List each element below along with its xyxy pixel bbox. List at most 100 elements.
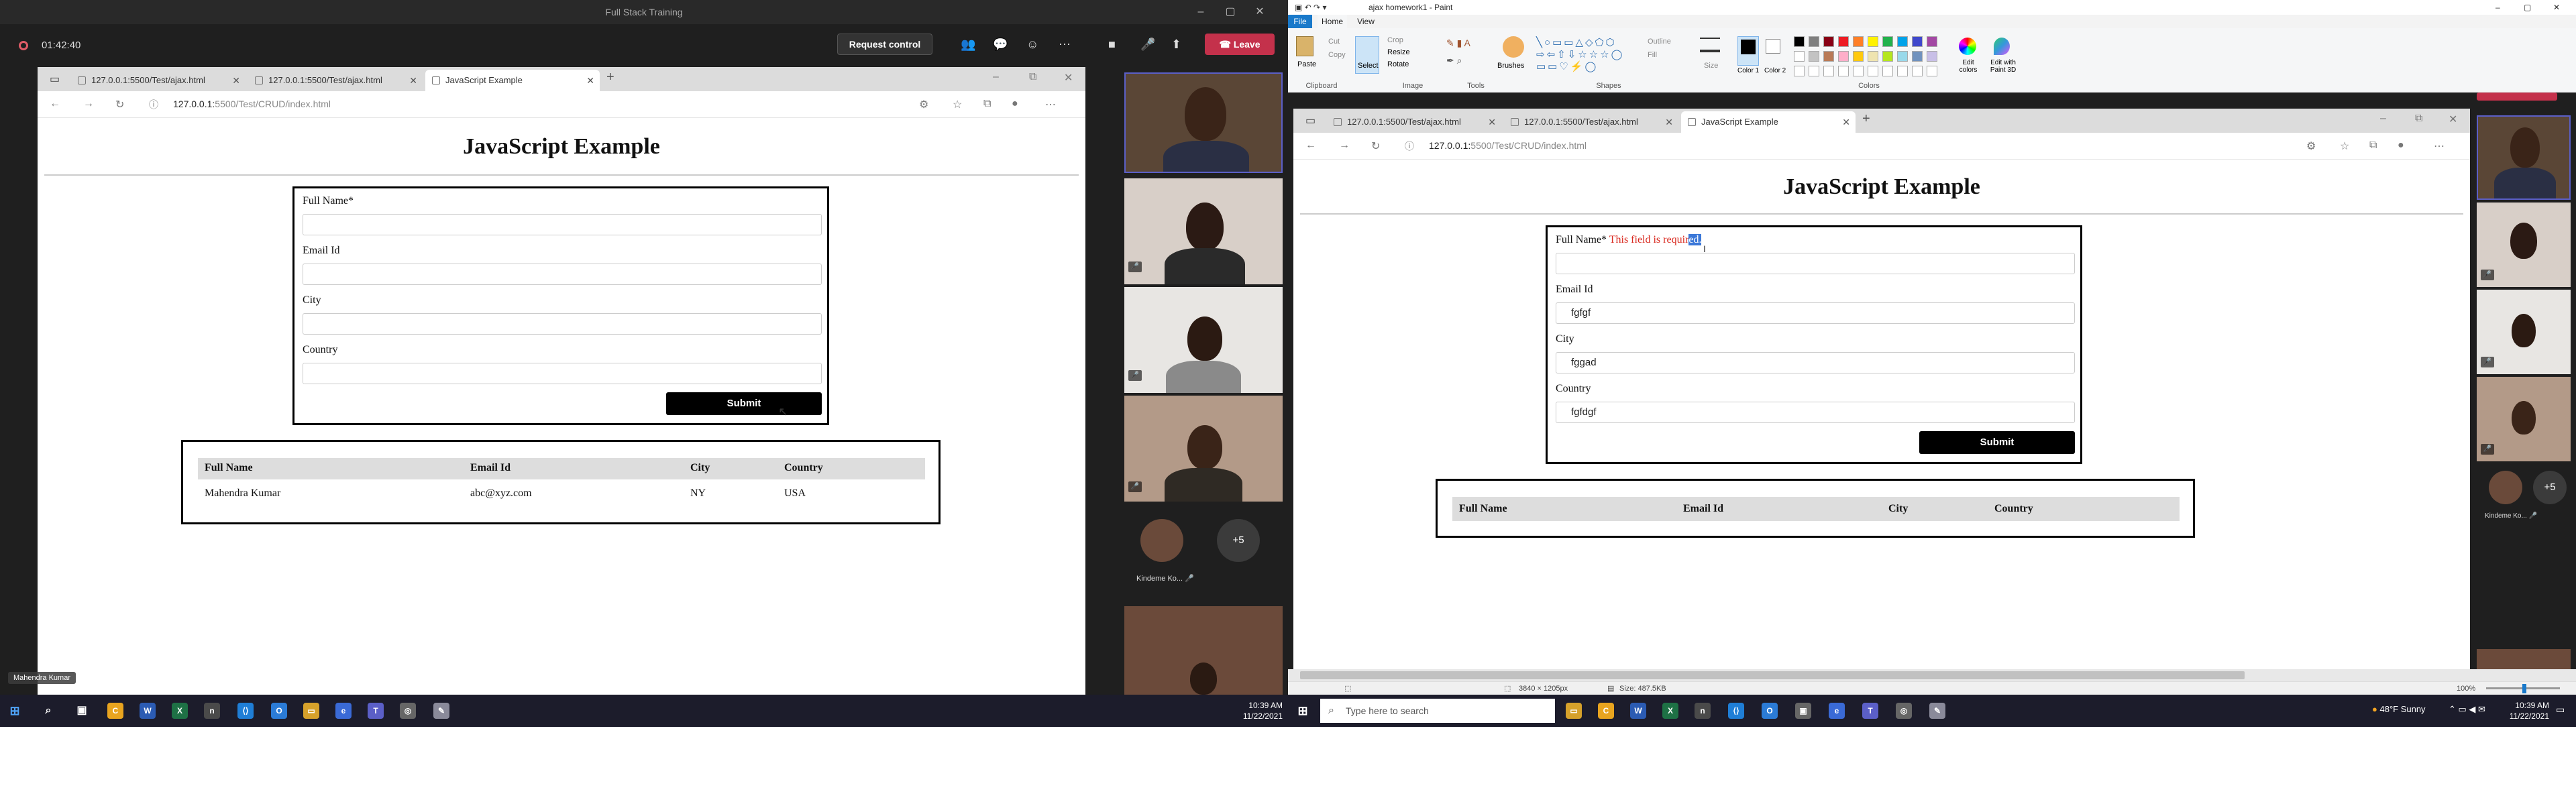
color1-button[interactable]: [1737, 36, 1759, 66]
fill-button[interactable]: Fill: [1648, 51, 1657, 59]
taskbar-search-box[interactable]: ⌕ Type here to search: [1320, 699, 1555, 723]
palette-swatch-empty[interactable]: [1823, 66, 1834, 76]
palette-swatch-empty[interactable]: [1853, 66, 1864, 76]
tab-close-icon[interactable]: ✕: [586, 70, 594, 91]
pencil-icon[interactable]: ✎ ▮ A: [1446, 38, 1470, 49]
color2-button[interactable]: [1766, 39, 1780, 54]
people-icon[interactable]: 👥: [961, 38, 975, 52]
picker-icon[interactable]: ✒ ⌕: [1446, 55, 1462, 66]
back-icon[interactable]: ←: [50, 98, 60, 110]
request-control-button[interactable]: Request control: [837, 34, 932, 55]
reactions-icon[interactable]: ☺: [1026, 38, 1038, 52]
explorer-icon[interactable]: ▭: [303, 703, 319, 719]
paint-close-icon[interactable]: ✕: [2553, 0, 2560, 15]
search-icon[interactable]: ⌕: [40, 703, 56, 719]
outlook-icon[interactable]: O: [271, 703, 287, 719]
palette-swatch[interactable]: [1823, 36, 1834, 47]
color-palette[interactable]: [1794, 36, 1955, 76]
tab-javascript-example[interactable]: JavaScript Example ✕: [425, 70, 600, 91]
zoom-slider-thumb[interactable]: [2522, 684, 2526, 693]
brushes-icon[interactable]: [1503, 36, 1524, 58]
video-tile[interactable]: 🎤: [1124, 178, 1283, 284]
rotate-button[interactable]: Rotate: [1387, 60, 1409, 68]
full-name-input[interactable]: [303, 214, 822, 235]
node-icon[interactable]: n: [204, 703, 220, 719]
tab-close-icon[interactable]: ✕: [409, 70, 417, 91]
mic-muted-icon[interactable]: 🎤: [1140, 38, 1155, 52]
paste-label[interactable]: Paste: [1297, 60, 1316, 68]
palette-swatch[interactable]: [1868, 36, 1878, 47]
minimize-icon[interactable]: –: [1186, 0, 1216, 24]
close-icon[interactable]: ✕: [1245, 0, 1275, 24]
chrome-icon[interactable]: C: [107, 703, 123, 719]
tab-close-icon[interactable]: ✕: [232, 70, 240, 91]
favorites-icon[interactable]: ☆: [953, 98, 962, 111]
palette-swatch-empty[interactable]: [1838, 66, 1849, 76]
video-tile-active[interactable]: [1124, 72, 1283, 173]
tab-ajax-1[interactable]: 127.0.0.1:5500/Test/ajax.html ✕: [71, 70, 246, 91]
view-tab[interactable]: View: [1352, 15, 1379, 28]
paint-icon[interactable]: ✎: [433, 703, 449, 719]
weather[interactable]: ● 48°F Sunny: [2372, 704, 2426, 714]
refresh-icon[interactable]: ↻: [115, 98, 124, 111]
app-icon[interactable]: ▣: [1795, 703, 1811, 719]
settings-more-icon[interactable]: ⋯: [1045, 98, 1056, 111]
copy-button[interactable]: Copy: [1328, 51, 1346, 59]
palette-swatch[interactable]: [1853, 51, 1864, 62]
forward-icon[interactable]: →: [83, 98, 94, 110]
palette-swatch[interactable]: [1838, 51, 1849, 62]
palette-swatch[interactable]: [1794, 51, 1805, 62]
video-tile[interactable]: [1124, 606, 1283, 695]
tab-actions-icon[interactable]: ▭: [50, 72, 60, 86]
notifications-icon[interactable]: ▭: [2556, 704, 2565, 715]
horizontal-scrollbar[interactable]: [1288, 669, 2576, 681]
node-icon[interactable]: n: [1695, 703, 1711, 719]
outlook-icon[interactable]: O: [1762, 703, 1778, 719]
read-aloud-icon[interactable]: ⚙: [919, 98, 928, 111]
share-icon[interactable]: ⬆: [1171, 38, 1181, 52]
palette-swatch[interactable]: [1882, 51, 1893, 62]
paint3d-icon[interactable]: [1994, 38, 2010, 55]
paint-maximize-icon[interactable]: ▢: [2524, 0, 2531, 15]
teams-icon[interactable]: T: [368, 703, 384, 719]
video-tile[interactable]: 🎤: [1124, 396, 1283, 502]
system-tray-icons[interactable]: ⌃ ▭ ◀ ✉: [2449, 704, 2485, 715]
maximize-icon[interactable]: ▢: [1216, 0, 1245, 24]
cut-button[interactable]: Cut: [1328, 38, 1340, 46]
video-tile[interactable]: 🎤: [1124, 287, 1283, 393]
palette-swatch-empty[interactable]: [1794, 66, 1805, 76]
palette-swatch[interactable]: [1927, 51, 1937, 62]
palette-swatch-empty[interactable]: [1809, 66, 1819, 76]
browser-minimize-icon[interactable]: –: [993, 71, 999, 83]
profile-icon[interactable]: ●: [1012, 98, 1018, 110]
palette-swatch[interactable]: [1794, 36, 1805, 47]
tab-ajax-2[interactable]: 127.0.0.1:5500/Test/ajax.html ✕: [248, 70, 423, 91]
collections-icon[interactable]: ⧉: [983, 98, 991, 110]
windows-start-icon[interactable]: ⊞: [1295, 703, 1311, 719]
url-input[interactable]: 127.0.0.1:5500/Test/CRUD/index.html: [173, 99, 331, 109]
palette-swatch[interactable]: [1838, 36, 1849, 47]
city-input[interactable]: [303, 313, 822, 335]
word-icon[interactable]: W: [1630, 703, 1646, 719]
camera-icon[interactable]: ■: [1108, 38, 1116, 52]
chrome-icon[interactable]: C: [1598, 703, 1614, 719]
crop-button[interactable]: Crop: [1387, 36, 1403, 44]
app-icon[interactable]: ◎: [400, 703, 416, 719]
palette-swatch-empty[interactable]: [1882, 66, 1893, 76]
browser-close-icon[interactable]: ✕: [1064, 71, 1073, 84]
teams-icon[interactable]: T: [1862, 703, 1878, 719]
palette-swatch[interactable]: [1853, 36, 1864, 47]
file-menu[interactable]: File: [1288, 15, 1312, 28]
vscode-icon[interactable]: ⟨⟩: [237, 703, 254, 719]
outline-button[interactable]: Outline: [1648, 38, 1671, 46]
size-icon[interactable]: [1700, 38, 1720, 52]
edit-colors-icon[interactable]: [1959, 38, 1976, 55]
edge-icon[interactable]: e: [335, 703, 352, 719]
shapes-gallery[interactable]: ╲○▭▭△◇⬠⬡ ⇨⇦⇧⇩☆☆☆◯ ▭▭♡⚡◯: [1536, 36, 1624, 72]
resize-button[interactable]: Resize: [1387, 48, 1410, 56]
palette-swatch[interactable]: [1927, 36, 1937, 47]
new-tab-icon[interactable]: +: [606, 70, 614, 85]
paint-minimize-icon[interactable]: –: [2496, 0, 2500, 15]
paint-icon[interactable]: ✎: [1929, 703, 1945, 719]
palette-swatch[interactable]: [1912, 51, 1923, 62]
